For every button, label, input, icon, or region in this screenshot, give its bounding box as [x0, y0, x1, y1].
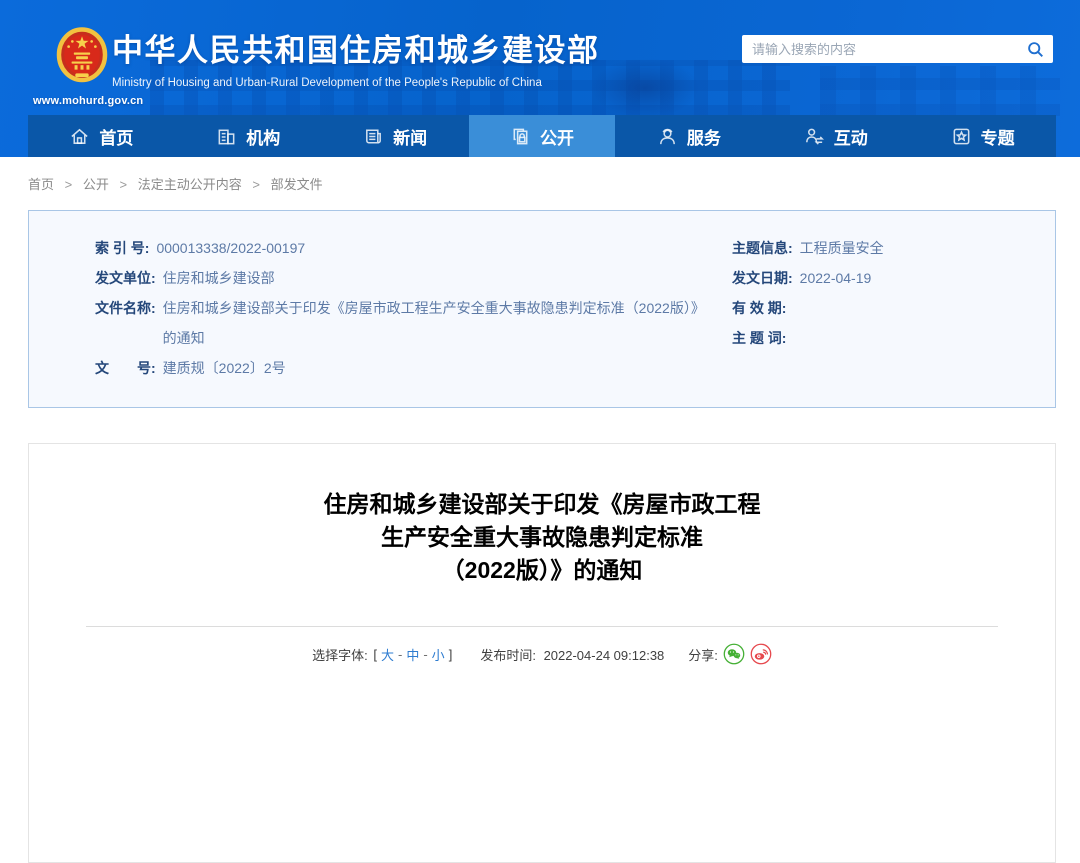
meta-value: 住房和城乡建设部 — [163, 263, 275, 293]
breadcrumb-separator: > — [120, 177, 128, 192]
meta-value: 000013338/2022-00197 — [156, 233, 305, 263]
meta-row-document-number: 文 号: 建质规〔2022〕2号 — [95, 353, 707, 383]
meta-label: 有 效 期: — [732, 293, 786, 323]
bracket-close: ] — [449, 647, 453, 662]
weibo-share-icon[interactable] — [750, 643, 772, 665]
font-size-separator: - — [398, 647, 402, 662]
breadcrumb-separator: > — [252, 177, 260, 192]
meta-right-column: 主题信息: 工程质量安全 发文日期: 2022-04-19 有 效 期: 主 题… — [707, 233, 1055, 383]
breadcrumb-item-home[interactable]: 首页 — [28, 177, 54, 192]
font-size-medium-link[interactable]: 中 — [406, 645, 419, 664]
breadcrumb-item-statutory[interactable]: 法定主动公开内容 — [138, 177, 242, 192]
meta-row-keywords: 主 题 词: — [732, 323, 1055, 353]
article-title: 住房和城乡建设部关于印发《房屋市政工程 生产安全重大事故隐患判定标准 （2022… — [89, 488, 995, 587]
publish-time-value: 2022-04-24 09:12:38 — [544, 648, 665, 663]
nav-label: 新闻 — [393, 124, 427, 149]
title-divider — [86, 626, 998, 627]
nav-item-home[interactable]: 首页 — [28, 115, 175, 157]
search-input[interactable] — [742, 35, 1017, 63]
share-label: 分享: — [688, 645, 718, 664]
meta-label: 索 引 号: — [95, 233, 149, 263]
meta-value: 2022-04-19 — [800, 263, 872, 293]
publish-time-block: 发布时间: 2022-04-24 09:12:38 — [480, 645, 664, 664]
meta-row-validity: 有 效 期: — [732, 293, 1055, 323]
news-icon — [363, 126, 384, 147]
nav-item-news[interactable]: 新闻 — [322, 115, 469, 157]
home-icon — [69, 126, 90, 147]
nav-item-interact[interactable]: 互动 — [762, 115, 909, 157]
meta-value: 建质规〔2022〕2号 — [163, 353, 286, 383]
nav-item-disclosure[interactable]: 公开 — [469, 115, 616, 157]
article-meta-bar: 选择字体: [ 大 - 中 - 小 ] 发布时间: 2022-04-24 09:… — [29, 643, 1055, 665]
search-button[interactable] — [1017, 35, 1053, 63]
meta-label: 主题信息: — [732, 233, 793, 263]
meta-row-document-name: 文件名称: 住房和城乡建设部关于印发《房屋市政工程生产安全重大事故隐患判定标准（… — [95, 293, 707, 353]
nav-label: 机构 — [246, 124, 280, 149]
disclosure-icon — [510, 126, 531, 147]
national-emblem-logo — [56, 27, 108, 87]
site-title-block: 中华人民共和国住房和城乡建设部 Ministry of Housing and … — [112, 25, 600, 89]
building-icon — [216, 126, 237, 147]
article-title-line: 住房和城乡建设部关于印发《房屋市政工程 — [89, 488, 995, 521]
publish-time-label: 发布时间: — [480, 648, 536, 663]
service-icon — [657, 126, 678, 147]
meta-row-index-number: 索 引 号: 000013338/2022-00197 — [95, 233, 707, 263]
search-icon — [1027, 41, 1044, 58]
breadcrumb-item-disclosure[interactable]: 公开 — [83, 177, 109, 192]
nav-label: 服务 — [687, 124, 721, 149]
topic-icon — [951, 126, 972, 147]
meta-row-issuing-unit: 发文单位: 住房和城乡建设部 — [95, 263, 707, 293]
share-block: 分享: — [688, 643, 772, 665]
meta-value: 住房和城乡建设部关于印发《房屋市政工程生产安全重大事故隐患判定标准（2022版）… — [163, 293, 707, 353]
meta-label: 文 号: — [95, 353, 156, 383]
font-selector-label: 选择字体: — [312, 645, 368, 664]
nav-item-orgs[interactable]: 机构 — [175, 115, 322, 157]
nav-item-topics[interactable]: 专题 — [909, 115, 1056, 157]
nav-label: 专题 — [981, 124, 1015, 149]
font-size-large-link[interactable]: 大 — [381, 645, 394, 664]
header-tree-decor — [590, 58, 700, 118]
breadcrumb-item-documents[interactable]: 部发文件 — [271, 177, 323, 192]
wechat-share-icon[interactable] — [723, 643, 745, 665]
site-title: 中华人民共和国住房和城乡建设部 — [112, 25, 600, 70]
document-meta-box: 索 引 号: 000013338/2022-00197 发文单位: 住房和城乡建… — [28, 210, 1056, 408]
nav-label: 公开 — [540, 124, 574, 149]
article-content-box: 住房和城乡建设部关于印发《房屋市政工程 生产安全重大事故隐患判定标准 （2022… — [28, 443, 1056, 863]
font-size-small-link[interactable]: 小 — [432, 645, 445, 664]
font-size-selector: 选择字体: [ 大 - 中 - 小 ] — [312, 645, 454, 664]
breadcrumb-separator: > — [65, 177, 73, 192]
main-nav: 首页 机构 新闻 — [28, 115, 1056, 157]
meta-row-topic-info: 主题信息: 工程质量安全 — [732, 233, 1055, 263]
site-header: www.mohurd.gov.cn 中华人民共和国住房和城乡建设部 Minist… — [0, 0, 1080, 157]
meta-label: 文件名称: — [95, 293, 156, 353]
site-url: www.mohurd.gov.cn — [33, 95, 143, 107]
article-title-line: （2022版）》的通知 — [89, 554, 995, 587]
nav-label: 首页 — [99, 124, 133, 149]
header-building-decor-right — [820, 66, 1060, 116]
breadcrumb: 首页 > 公开 > 法定主动公开内容 > 部发文件 — [28, 174, 1080, 193]
nav-label: 互动 — [834, 124, 868, 149]
font-size-separator: - — [423, 647, 427, 662]
bracket-open: [ — [373, 647, 377, 662]
meta-left-column: 索 引 号: 000013338/2022-00197 发文单位: 住房和城乡建… — [29, 233, 707, 383]
interact-icon — [804, 126, 825, 147]
meta-label: 发文日期: — [732, 263, 793, 293]
article-title-line: 生产安全重大事故隐患判定标准 — [89, 521, 995, 554]
site-subtitle-en: Ministry of Housing and Urban-Rural Deve… — [112, 77, 600, 89]
meta-row-issue-date: 发文日期: 2022-04-19 — [732, 263, 1055, 293]
search-box — [742, 35, 1053, 63]
nav-item-services[interactable]: 服务 — [615, 115, 762, 157]
meta-label: 发文单位: — [95, 263, 156, 293]
meta-label: 主 题 词: — [732, 323, 786, 353]
meta-value: 工程质量安全 — [800, 233, 884, 263]
